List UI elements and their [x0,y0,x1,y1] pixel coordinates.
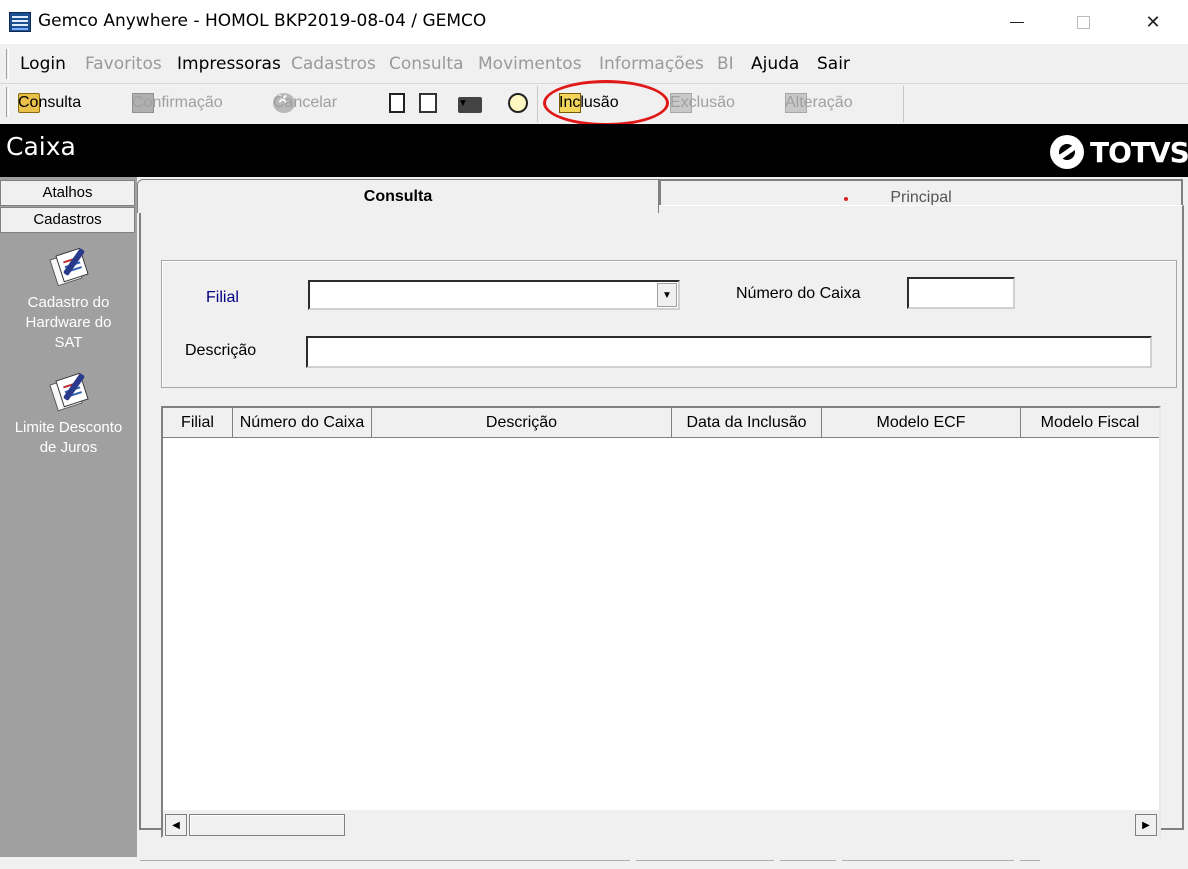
column-header-modelo-ecf[interactable]: Modelo ECF [822,408,1021,438]
column-header-numero-caixa[interactable]: Número do Caixa [233,408,372,438]
alteracao-button[interactable]: Alteração [785,93,853,113]
page-title: Caixa [6,132,76,161]
new-document-icon [389,93,405,113]
menu-sair[interactable]: Sair [817,54,850,74]
alteracao-label: Alteração [785,94,853,111]
numero-caixa-label: Número do Caixa [736,285,861,302]
close-icon: ✕ [1145,11,1161,32]
help-button[interactable] [508,93,528,113]
notepad-pen-icon [48,247,89,287]
status-segment [780,860,836,869]
minimize-button[interactable] [994,0,1040,44]
app-icon [9,12,31,32]
minimize-icon [1010,21,1024,23]
confirmacao-label: Confirmação [132,94,223,111]
confirmacao-button[interactable]: Confirmação [132,93,223,113]
window-titlebar: Gemco Anywhere - HOMOL BKP2019-08-04 / G… [0,0,1188,44]
copy-button[interactable] [419,93,437,113]
help-icon [508,93,528,113]
menu-cadastros[interactable]: Cadastros [291,54,376,74]
column-header-data-inclusao[interactable]: Data da Inclusão [672,408,822,438]
maximize-button[interactable] [1060,0,1106,44]
menubar: Login Favoritos Impressoras Cadastros Co… [0,44,1188,84]
totvs-logo: TOTVS [1050,135,1188,169]
new-document-button[interactable] [389,93,405,113]
sidebar-item-limite-desconto[interactable]: Limite Desconto de Juros [0,372,137,458]
consulta-panel: Filial ▼ Número do Caixa Descrição Filia… [139,205,1184,838]
horizontal-scrollbar[interactable]: ◀ ▶ [163,810,1159,838]
menu-consulta[interactable]: Consulta [389,54,463,74]
totvs-mark-icon [1050,135,1084,169]
cancelar-label: Cancelar [273,94,338,111]
descricao-input[interactable] [306,336,1152,368]
status-segment [636,860,774,869]
results-grid[interactable]: Filial Número do Caixa Descrição Data da… [161,406,1161,838]
scroll-right-icon[interactable]: ▶ [1135,814,1157,836]
maximize-icon [1076,15,1090,29]
scrollbar-thumb[interactable] [189,814,345,836]
module-header: Caixa TOTVS [0,124,1188,177]
toolbar-grip [6,87,9,117]
sidebar-tab-cadastros[interactable]: Cadastros [0,207,135,233]
sidebar-item-label: Cadastro do [27,294,110,311]
cancelar-button[interactable]: Cancelar [273,91,337,113]
sidebar-item-label: SAT [54,334,83,351]
sidebar-item-label: Hardware do [25,314,112,331]
close-button[interactable]: ✕ [1130,0,1176,44]
exclusao-label: Exclusão [670,94,735,111]
menu-favoritos[interactable]: Favoritos [85,54,162,74]
numero-caixa-input[interactable] [907,277,1015,309]
menu-movimentos[interactable]: Movimentos [478,54,582,74]
status-segment [140,860,630,869]
print-dropdown-icon: ▼ [458,97,468,109]
menu-login[interactable]: Login [20,54,66,74]
status-segment [842,860,1014,869]
sidebar-item-hardware-sat[interactable]: Cadastro do Hardware do SAT [0,247,137,353]
notepad-pen-icon [48,372,89,412]
descricao-label: Descrição [185,342,257,359]
tab-indicator-dot [844,197,848,201]
column-header-descricao[interactable]: Descrição [372,408,672,438]
status-bar [0,857,1188,869]
scroll-left-icon[interactable]: ◀ [165,814,187,836]
filter-group: Filial ▼ Número do Caixa Descrição [161,260,1177,388]
consulta-label: Consulta [18,94,82,111]
chevron-down-icon[interactable]: ▼ [657,283,677,307]
window-title: Gemco Anywhere - HOMOL BKP2019-08-04 / G… [38,11,487,31]
menu-ajuda[interactable]: Ajuda [751,54,799,74]
menu-impressoras[interactable]: Impressoras [177,54,281,74]
column-header-modelo-fiscal[interactable]: Modelo Fiscal [1021,408,1159,438]
main-area: Principal Consulta Filial ▼ Número do Ca… [137,177,1188,869]
consulta-button[interactable]: Consulta [18,93,81,113]
filial-select[interactable]: ▼ [308,280,680,310]
menu-informacoes[interactable]: Informações [599,54,704,74]
print-button[interactable]: ▼ [458,93,482,113]
sidebar-item-label: de Juros [39,439,98,456]
status-segment [1020,860,1040,869]
sidebar-item-label: Limite Desconto [14,419,123,436]
filial-label: Filial [206,289,239,306]
column-header-filial[interactable]: Filial [163,408,233,438]
brand-name: TOTVS [1090,135,1188,169]
grid-header: Filial Número do Caixa Descrição Data da… [163,408,1159,438]
sidebar: Atalhos Cadastros Cadastro do Hardware d… [0,177,137,869]
copy-icon [419,93,437,113]
menu-bi[interactable]: BI [717,54,734,74]
annotation-highlight-ellipse [543,80,669,126]
sidebar-tab-atalhos[interactable]: Atalhos [0,180,135,206]
tab-consulta[interactable]: Consulta [137,179,659,213]
exclusao-button[interactable]: Exclusão [670,93,735,113]
menubar-grip [6,49,9,79]
